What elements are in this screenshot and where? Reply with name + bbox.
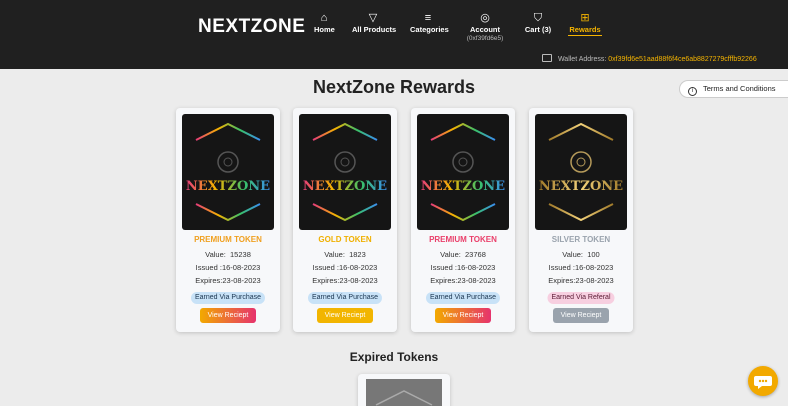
nav-label: Rewards — [568, 25, 602, 36]
expired-token-card — [358, 374, 450, 406]
nav-label: All Products — [352, 25, 397, 34]
earned-badge: Earned Via Referal — [547, 292, 615, 304]
view-receipt-button[interactable]: View Reciept — [200, 308, 256, 323]
token-card: NEXTZONE PREMIUM TOKEN Value: 23768 Issu… — [411, 108, 515, 332]
wallet-value: 0xf39fd6e51aad88f6f4ce6ab8827279cfffb922… — [608, 56, 757, 63]
wallet-label: Wallet Address: — [557, 56, 607, 63]
token-card: NEXTZONE SILVER TOKEN Value: 100 Issued … — [529, 108, 633, 332]
chat-icon — [754, 376, 772, 389]
gift-icon: ⊞ — [580, 12, 590, 24]
token-image: NEXTZONE — [535, 114, 627, 230]
nav-account[interactable]: ◎ Account (0xf39fd6e5) — [464, 11, 506, 47]
filter-icon: ▽ — [368, 12, 378, 24]
token-value: Value: 23768 — [440, 250, 486, 259]
home-icon: ⌂ — [320, 12, 328, 24]
token-image-text: NEXTZONE — [303, 179, 387, 194]
page-title: NextZone Rewards — [312, 77, 476, 97]
nav-label: Home — [314, 25, 335, 34]
nav-all-products[interactable]: ▽ All Products — [352, 11, 397, 47]
token-value: Value: 1823 — [324, 250, 366, 259]
view-receipt-button[interactable]: View Reciept — [553, 308, 609, 323]
token-image: NEXTZONE — [417, 114, 509, 230]
token-issued: Issued :16-08-2023 — [312, 263, 378, 272]
wallet-address: Wallet Address: 0xf39fd6e51aad88f6f4ce6a… — [542, 54, 788, 63]
token-card: NEXTZONE PREMIUM TOKEN Value: 15238 Issu… — [176, 108, 280, 332]
nav-label: Account — [470, 25, 500, 34]
expired-token-image — [366, 379, 442, 406]
token-name: GOLD TOKEN — [318, 235, 372, 244]
nav-rewards[interactable]: ⊞ Rewards — [568, 11, 602, 47]
wallet-icon — [542, 54, 552, 62]
token-expires: Expires:23-08-2023 — [195, 276, 261, 285]
token-name: SILVER TOKEN — [551, 235, 611, 244]
brand-logo[interactable]: NEXTZONE — [198, 16, 305, 38]
account-address: (0xf39fd6e5) — [466, 35, 504, 42]
list-icon: ≡ — [424, 12, 432, 24]
terms-label: Terms and Conditions — [702, 84, 776, 93]
bag-icon: ⛉ — [533, 12, 543, 24]
token-issued: Issued :16-08-2023 — [548, 263, 614, 272]
terms-and-conditions-button[interactable]: i Terms and Conditions — [679, 80, 788, 98]
token-expires: Expires:23-08-2023 — [548, 276, 614, 285]
token-name: PREMIUM TOKEN — [429, 235, 497, 244]
token-expires: Expires:23-08-2023 — [430, 276, 496, 285]
token-image: NEXTZONE — [299, 114, 391, 230]
earned-badge: Earned Via Purchase — [425, 292, 501, 304]
token-issued: Issued :16-08-2023 — [195, 263, 261, 272]
user-icon: ◎ — [480, 12, 490, 24]
token-card: NEXTZONE GOLD TOKEN Value: 1823 Issued :… — [293, 108, 397, 332]
nav-categories[interactable]: ≡ Categories — [410, 11, 449, 47]
token-expires: Expires:23-08-2023 — [312, 276, 378, 285]
token-name: PREMIUM TOKEN — [194, 235, 262, 244]
view-receipt-button[interactable]: View Reciept — [435, 308, 491, 323]
token-value: Value: 15238 — [205, 250, 251, 259]
token-image-text: NEXTZONE — [421, 179, 505, 194]
token-image-text: NEXTZONE — [186, 179, 270, 194]
expired-tokens-heading: Expired Tokens — [349, 350, 439, 364]
nav-cart[interactable]: ⛉ Cart (3) — [524, 11, 552, 47]
view-receipt-button[interactable]: View Reciept — [317, 308, 373, 323]
nav-label: Cart (3) — [524, 25, 552, 34]
info-icon: i — [688, 87, 697, 96]
top-navigation-bar: NEXTZONE ⌂ Home ▽ All Products ≡ Categor… — [0, 0, 788, 69]
chat-button[interactable] — [748, 366, 778, 396]
earned-badge: Earned Via Purchase — [307, 292, 383, 304]
token-image-text: NEXTZONE — [539, 179, 623, 194]
earned-badge: Earned Via Purchase — [190, 292, 266, 304]
nav-home[interactable]: ⌂ Home — [314, 11, 335, 47]
nav-label: Categories — [410, 25, 449, 34]
token-value: Value: 100 — [562, 250, 600, 259]
token-issued: Issued :16-08-2023 — [430, 263, 496, 272]
token-image: NEXTZONE — [182, 114, 274, 230]
